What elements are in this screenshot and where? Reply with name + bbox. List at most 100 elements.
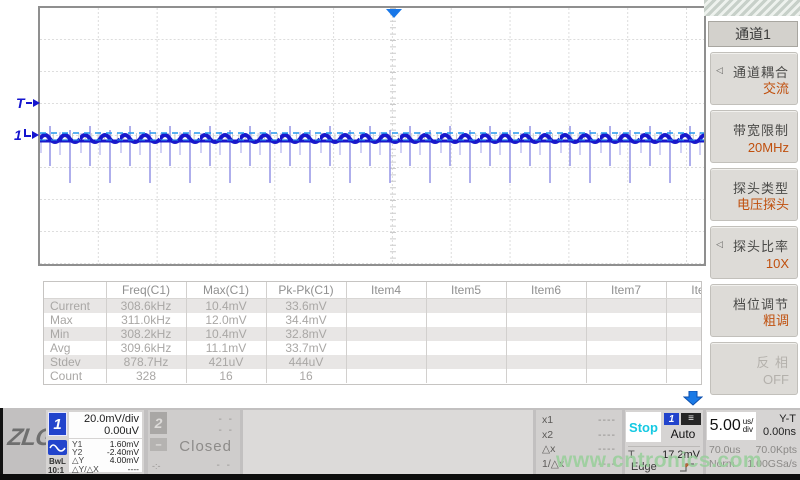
ac-coupling-icon xyxy=(48,440,67,455)
cell xyxy=(666,355,702,369)
channel1-cursor-readout: Y11.60mV Y2-2.40mV △Y4.00mV △Y/△X---- xyxy=(69,439,142,472)
header-cell: Item5 xyxy=(426,282,506,298)
cell xyxy=(426,355,506,369)
cell: 10.4mV xyxy=(186,327,266,341)
menu-item-value: 粗调 xyxy=(763,310,789,329)
channel1-badge: 1 xyxy=(48,412,67,436)
channel2-status-block[interactable]: 2 - - - - – Closed -:- - - xyxy=(148,410,240,474)
trigger-source-badge: 1 xyxy=(664,413,679,425)
table-row: Max 311.0kHz 12.0mV 34.4mV xyxy=(44,313,702,327)
channel1-scale-offset: 20.0mV/div 0.00uV xyxy=(69,412,142,438)
display-mode-delay: Y-T 0.00ns xyxy=(763,413,796,439)
channel1-trace xyxy=(40,8,704,264)
measurement-table: Freq(C1) Max(C1) Pk-Pk(C1) Item4 Item5 I… xyxy=(43,281,702,385)
timebase-unit-bottom: div xyxy=(743,425,753,434)
bottom-bezel xyxy=(0,474,800,480)
cell: 33.7mV xyxy=(266,341,346,355)
cell xyxy=(666,298,702,313)
channel1-status-block[interactable]: 1 20.0mV/div 0.00uV BwL 10:1 Y11.60mV Y2… xyxy=(46,410,144,474)
statusbar-empty-panel xyxy=(243,410,533,474)
cell xyxy=(506,327,586,341)
ground-icon xyxy=(24,129,31,137)
table-row: Avg 309.6kHz 11.1mV 33.7mV xyxy=(44,341,702,355)
delta-y-x-value: ---- xyxy=(128,465,139,473)
row-label: Max xyxy=(44,313,106,327)
menu-item-label: 探头比率 xyxy=(733,236,789,255)
chevron-left-icon: ◁ xyxy=(716,65,723,76)
cell xyxy=(506,369,586,383)
header-cell: Freq(C1) xyxy=(106,282,186,298)
table-row: Min 308.2kHz 10.4mV 32.8mV xyxy=(44,327,702,341)
trigger-level-marker[interactable]: T xyxy=(16,95,40,111)
channel2-scale-placeholder: - - xyxy=(219,414,234,425)
cell xyxy=(586,369,666,383)
trigger-position-marker[interactable] xyxy=(386,9,402,18)
cell: 12.0mV xyxy=(186,313,266,327)
cell: 328 xyxy=(106,369,186,383)
x2-label: x2 xyxy=(542,428,553,443)
header-cell: Item4 xyxy=(346,282,426,298)
cell: 16 xyxy=(266,369,346,383)
cell xyxy=(346,355,426,369)
delta-x-label: △x xyxy=(542,442,555,457)
cell xyxy=(426,298,506,313)
cell xyxy=(506,313,586,327)
menu-item-bandwidth-limit[interactable]: 带宽限制 20MHz xyxy=(710,110,798,163)
menu-item-value: OFF xyxy=(763,372,789,387)
arrow-line xyxy=(26,102,32,104)
row-label: Current xyxy=(44,298,106,313)
cell: 309.6kHz xyxy=(106,341,186,355)
menu-item-coupling[interactable]: ◁ 通道耦合 交流 xyxy=(710,52,798,105)
cell xyxy=(346,369,426,383)
table-scroll-down-arrow-icon[interactable] xyxy=(683,391,703,406)
cell: 16 xyxy=(186,369,266,383)
cell xyxy=(346,313,426,327)
channel1-ground-marker[interactable]: 1 xyxy=(14,127,39,143)
header-cell: Pk-Pk(C1) xyxy=(266,282,346,298)
cell: 311.0kHz xyxy=(106,313,186,327)
trigger-mode: Auto xyxy=(664,427,702,441)
header-cell: Item7 xyxy=(586,282,666,298)
header-cell: Item8 xyxy=(666,282,702,298)
delta-y-x-label: △Y/△X xyxy=(72,465,99,473)
cell xyxy=(586,341,666,355)
menu-item-value: 电压探头 xyxy=(737,194,789,213)
x1-label: x1 xyxy=(542,413,553,428)
channel2-badge: 2 xyxy=(150,412,167,434)
cell xyxy=(506,298,586,313)
table-header-row: Freq(C1) Max(C1) Pk-Pk(C1) Item4 Item5 I… xyxy=(44,282,702,298)
cell xyxy=(586,313,666,327)
cell xyxy=(666,313,702,327)
cell xyxy=(426,313,506,327)
channel-menu-sidebar: 通道1 ◁ 通道耦合 交流 带宽限制 20MHz 探头类型 电压探头 ◁ 探头比… xyxy=(706,18,800,412)
row-label: Stdev xyxy=(44,355,106,369)
menu-item-probe-type[interactable]: 探头类型 电压探头 xyxy=(710,168,798,221)
trigger-coupling-icon: ≡ xyxy=(681,413,701,425)
menu-item-label: 带宽限制 xyxy=(733,120,789,139)
cell: 878.7Hz xyxy=(106,355,186,369)
menu-item-label: 反 相 xyxy=(756,352,789,371)
menu-item-probe-ratio[interactable]: ◁ 探头比率 10X xyxy=(710,226,798,279)
header-cell xyxy=(44,282,106,298)
cell: 11.1mV xyxy=(186,341,266,355)
channel2-value-placeholder: - - xyxy=(217,460,232,471)
menu-item-scale-adjust[interactable]: 档位调节 粗调 xyxy=(710,284,798,337)
sidebar-top-stripes xyxy=(704,0,800,16)
trigger-source-badges: 1 ≡ xyxy=(664,413,701,425)
row-label: Avg xyxy=(44,341,106,355)
cell xyxy=(426,327,506,341)
menu-item-value: 20MHz xyxy=(748,140,789,155)
x2-value: ---- xyxy=(598,428,616,443)
timebase-scale: 5.00 xyxy=(710,417,741,435)
table-row: Current 308.6kHz 10.4mV 33.6mV xyxy=(44,298,702,313)
cell xyxy=(346,327,426,341)
trigger-level-label: T xyxy=(16,95,25,111)
cell xyxy=(666,327,702,341)
watermark: www.cntronics.com xyxy=(556,449,762,473)
cell xyxy=(426,369,506,383)
channel2-offset-placeholder: - - xyxy=(219,425,234,436)
cell xyxy=(586,298,666,313)
cell xyxy=(346,298,426,313)
bandwidth-limit-indicator: BwL xyxy=(49,457,66,466)
cell xyxy=(506,355,586,369)
